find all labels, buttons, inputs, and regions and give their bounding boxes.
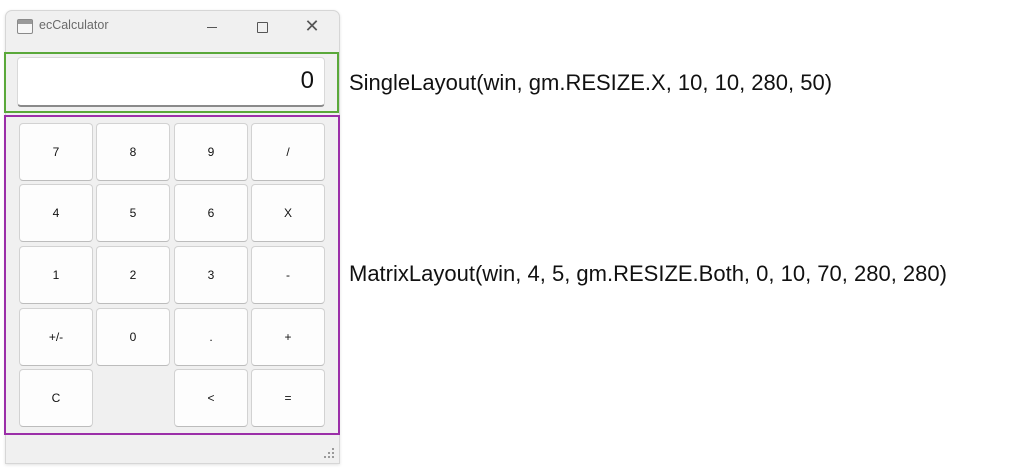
key-clear[interactable]: C: [19, 369, 93, 427]
key-subtract[interactable]: -: [251, 246, 325, 304]
key-4[interactable]: 4: [19, 184, 93, 242]
resize-grip[interactable]: [322, 446, 336, 460]
minimize-button[interactable]: [189, 11, 235, 43]
key-1[interactable]: 1: [19, 246, 93, 304]
key-0[interactable]: 0: [96, 308, 170, 366]
key-3[interactable]: 3: [174, 246, 248, 304]
key-5[interactable]: 5: [96, 184, 170, 242]
key-equals[interactable]: =: [251, 369, 325, 427]
key-6[interactable]: 6: [174, 184, 248, 242]
app-icon: [17, 19, 33, 34]
key-7[interactable]: 7: [19, 123, 93, 181]
maximize-button[interactable]: [239, 11, 285, 43]
window-title: ecCalculator: [39, 18, 109, 32]
key-multiply[interactable]: X: [251, 184, 325, 242]
close-icon: ✕: [304, 16, 320, 37]
key-divide[interactable]: /: [251, 123, 325, 181]
key-negate[interactable]: +/-: [19, 308, 93, 366]
title-bar[interactable]: ecCalculator ✕: [6, 11, 339, 45]
key-8[interactable]: 8: [96, 123, 170, 181]
key-add[interactable]: +: [251, 308, 325, 366]
display-field[interactable]: 0: [17, 57, 325, 107]
matrix-layout-annotation: MatrixLayout(win, 4, 5, gm.RESIZE.Both, …: [349, 261, 947, 286]
maximize-icon: [256, 21, 268, 33]
display-value: 0: [300, 67, 314, 94]
key-2[interactable]: 2: [96, 246, 170, 304]
close-button[interactable]: ✕: [289, 11, 335, 43]
minimize-icon: [207, 26, 217, 28]
key-decimal[interactable]: .: [174, 308, 248, 366]
single-layout-annotation: SingleLayout(win, gm.RESIZE.X, 10, 10, 2…: [349, 70, 833, 95]
key-backspace[interactable]: <: [174, 369, 248, 427]
key-9[interactable]: 9: [174, 123, 248, 181]
